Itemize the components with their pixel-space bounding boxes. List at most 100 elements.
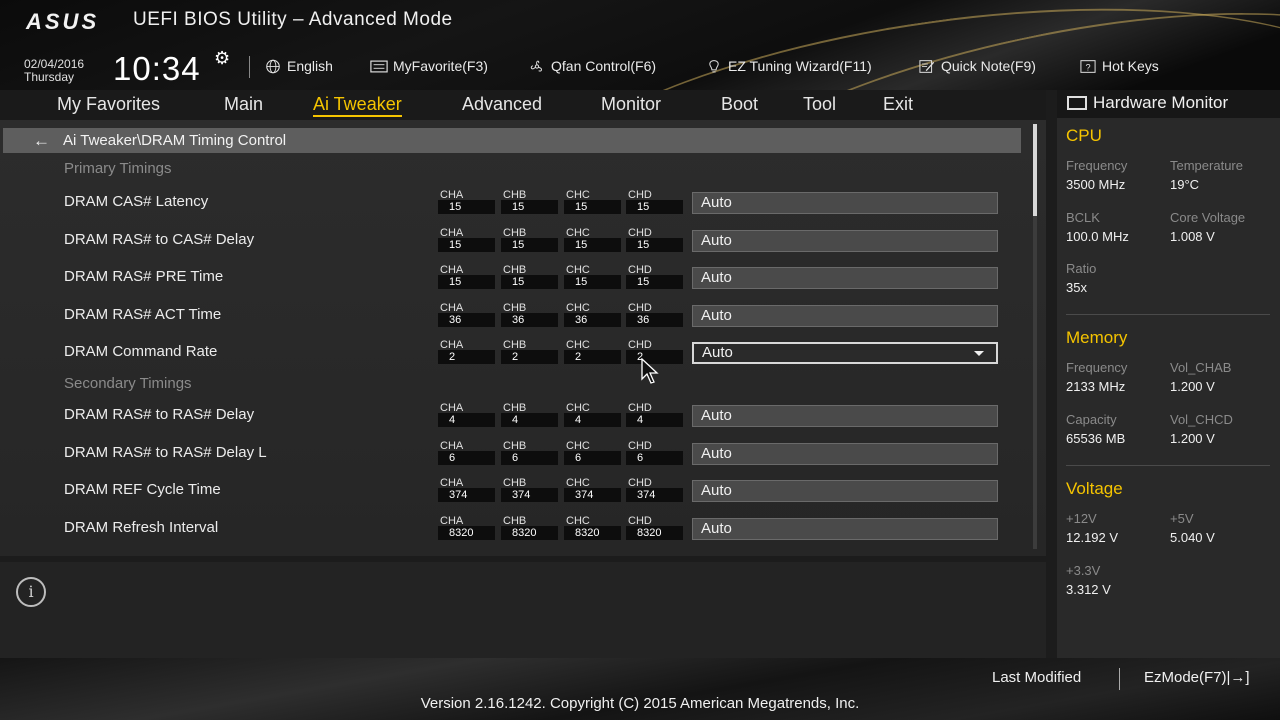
channel-value: 6 (438, 451, 495, 465)
channel-readout: CHC 15 (564, 189, 621, 214)
clock-settings-gear-icon[interactable]: ⚙ (214, 48, 230, 69)
channel-value: 15 (564, 238, 621, 252)
row-label[interactable]: DRAM Refresh Interval (64, 519, 218, 536)
tab-tool[interactable]: Tool (803, 94, 836, 115)
setting-value-select[interactable]: Auto (692, 267, 998, 289)
channel-readout: CHC 36 (564, 302, 621, 327)
channel-readout: CHC 374 (564, 477, 621, 502)
hw-5v-value: 5.040 V (1170, 530, 1215, 545)
ez-tuning-wizard-button[interactable]: EZ Tuning Wizard(F11) (705, 58, 872, 74)
channel-readout: CHA 15 (438, 227, 495, 252)
channel-readout: CHD 6 (626, 440, 683, 465)
row-label[interactable]: DRAM RAS# to RAS# Delay L (64, 444, 267, 461)
note-pencil-icon (919, 59, 935, 73)
tab-boot[interactable]: Boot (721, 94, 758, 115)
tab-monitor[interactable]: Monitor (601, 94, 661, 115)
channel-readout: CHD 15 (626, 227, 683, 252)
channel-readout: CHB 4 (501, 402, 558, 427)
tab-advanced[interactable]: Advanced (462, 94, 542, 115)
channel-value: 15 (626, 238, 683, 252)
setting-value-select[interactable]: Auto (692, 518, 998, 540)
channel-readout: CHB 8320 (501, 515, 558, 540)
footer-bar: Last Modified EzMode(F7)|→] Version 2.16… (0, 658, 1280, 720)
hw-core-voltage-value: 1.008 V (1170, 229, 1215, 244)
row-label[interactable]: DRAM RAS# ACT Time (64, 306, 221, 323)
row-label[interactable]: DRAM Command Rate (64, 343, 217, 360)
row-label[interactable]: DRAM REF Cycle Time (64, 481, 221, 498)
hardware-monitor-title: Hardware Monitor (1093, 93, 1229, 112)
last-modified-button[interactable]: Last Modified (992, 669, 1081, 686)
channel-readout: CHD 15 (626, 189, 683, 214)
hw-vol-chcd-value: 1.200 V (1170, 431, 1215, 446)
channel-readout: CHC 15 (564, 264, 621, 289)
channel-readout: CHB 15 (501, 189, 558, 214)
row-label[interactable]: DRAM RAS# to RAS# Delay (64, 406, 254, 423)
hardware-monitor-header: Hardware Monitor (1057, 90, 1280, 118)
favorites-list-icon (370, 60, 388, 72)
asus-logo: ASUS (26, 9, 100, 34)
channel-value: 8320 (501, 526, 558, 540)
breadcrumb-text: Ai Tweaker\DRAM Timing Control (63, 132, 287, 149)
hardware-monitor-panel: Hardware Monitor CPU Frequency 3500 MHz … (1057, 90, 1280, 658)
tab-ai-tweaker[interactable]: Ai Tweaker (313, 94, 402, 117)
row-label[interactable]: DRAM RAS# PRE Time (64, 268, 223, 285)
version-copyright: Version 2.16.1242. Copyright (C) 2015 Am… (420, 695, 860, 712)
channel-readout: CHC 6 (564, 440, 621, 465)
dropdown-caret-icon[interactable] (974, 351, 984, 356)
setting-value-select[interactable]: Auto (692, 192, 998, 214)
channel-value: 15 (438, 200, 495, 214)
question-key-icon: ? (1080, 59, 1096, 73)
tab-my-favorites[interactable]: My Favorites (57, 94, 160, 115)
language-button[interactable]: English (264, 58, 333, 74)
scrollbar-thumb[interactable] (1033, 124, 1037, 216)
channel-value: 36 (501, 313, 558, 327)
myfavorite-button[interactable]: MyFavorite(F3) (370, 58, 488, 74)
channel-readout: CHA 8320 (438, 515, 495, 540)
setting-value-select[interactable]: Auto (692, 443, 998, 465)
date-display: 02/04/2016 Thursday (24, 58, 84, 84)
back-arrow-icon[interactable]: ← (33, 131, 63, 151)
lightbulb-icon (709, 59, 719, 72)
channel-value: 4 (626, 413, 683, 427)
hw-capacity-value: 65536 MB (1066, 431, 1126, 446)
setting-value-text: Auto (701, 482, 732, 499)
setting-value-select[interactable]: Auto (692, 480, 998, 502)
hw-12v-label: +12V (1066, 511, 1097, 526)
hw-vol-chab-label: Vol_CHAB (1170, 360, 1232, 375)
row-label[interactable]: DRAM CAS# Latency (64, 193, 208, 210)
channel-readout: CHC 4 (564, 402, 621, 427)
setting-value-select[interactable]: Auto (692, 305, 998, 327)
hot-keys-button[interactable]: ? Hot Keys (1079, 58, 1159, 74)
quick-note-button[interactable]: Quick Note(F9) (918, 58, 1036, 74)
channel-readout: CHB 36 (501, 302, 558, 327)
setting-value-select[interactable]: Auto (692, 405, 998, 427)
setting-value-text: Auto (702, 344, 733, 361)
setting-value-text: Auto (701, 194, 732, 211)
globe-icon (266, 59, 280, 73)
channel-value: 15 (501, 238, 558, 252)
setting-value-text: Auto (701, 232, 732, 249)
channel-readout: CHD 36 (626, 302, 683, 327)
ezmode-button[interactable]: EzMode(F7)|→] (1144, 669, 1250, 686)
section-secondary-timings: Secondary Timings (64, 375, 192, 392)
tab-main[interactable]: Main (224, 94, 263, 115)
hw-mem-frequency-value: 2133 MHz (1066, 379, 1126, 394)
hw-capacity-label: Capacity (1066, 412, 1117, 427)
hw-divider (1066, 465, 1270, 466)
hw-3v3-value: 3.312 V (1066, 582, 1111, 597)
clock-display[interactable]: 10:34 (113, 50, 201, 88)
hw-5v-label: +5V (1170, 511, 1194, 526)
info-icon: i (16, 577, 46, 607)
qfan-control-button[interactable]: Qfan Control(F6) (528, 58, 656, 74)
channel-value: 6 (626, 451, 683, 465)
setting-value-select[interactable]: Auto (692, 342, 998, 364)
channel-value: 2 (438, 350, 495, 364)
row-label[interactable]: DRAM RAS# to CAS# Delay (64, 231, 254, 248)
channel-readout: CHB 2 (501, 339, 558, 364)
hw-voltage-heading: Voltage (1066, 479, 1123, 498)
hw-ratio-label: Ratio (1066, 261, 1097, 276)
setting-value-select[interactable]: Auto (692, 230, 998, 252)
channel-readout: CHB 15 (501, 264, 558, 289)
footer-separator (1119, 668, 1120, 690)
tab-exit[interactable]: Exit (883, 94, 913, 115)
